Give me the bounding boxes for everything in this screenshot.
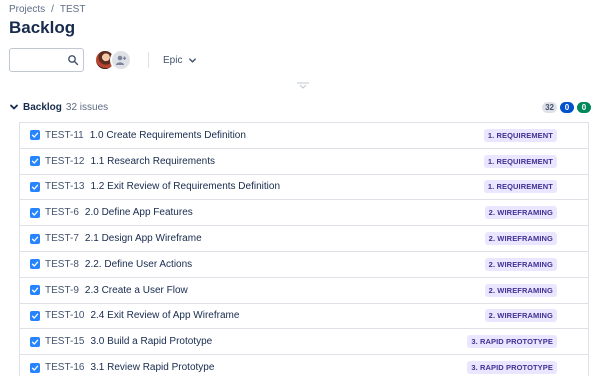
issue-row[interactable]: TEST-6 2.0 Define App Features 2. WIREFR…: [20, 200, 588, 227]
epic-lozenge[interactable]: 2. WIREFRAMING: [484, 232, 557, 246]
search-icon[interactable]: [67, 54, 79, 66]
breadcrumb: Projects / TEST: [9, 4, 85, 15]
issue-key[interactable]: TEST-12: [45, 156, 84, 167]
epic-lozenge[interactable]: 2. WIREFRAMING: [484, 283, 557, 297]
issue-summary: 2.0 Define App Features: [84, 207, 193, 219]
issue-key[interactable]: TEST-15: [45, 336, 84, 347]
status-badges: 32 0 0: [542, 101, 591, 113]
issue-key[interactable]: TEST-16: [45, 362, 84, 373]
task-type-icon: [30, 285, 40, 296]
task-type-icon: [30, 310, 40, 321]
panel-resize-handle[interactable]: [296, 80, 310, 90]
add-people-avatar[interactable]: [110, 49, 132, 71]
issue-summary: 2.3 Create a User Flow: [84, 284, 188, 296]
issue-row[interactable]: TEST-15 3.0 Build a Rapid Prototype 3. R…: [20, 329, 588, 356]
issue-row[interactable]: TEST-9 2.3 Create a User Flow 2. WIREFRA…: [20, 277, 588, 304]
backlog-issue-count: 32 issues: [65, 101, 109, 113]
todo-count-badge: 32: [542, 101, 557, 113]
task-type-icon: [30, 181, 40, 192]
epic-lozenge[interactable]: 1. REQUIREMENT: [483, 180, 557, 194]
task-type-icon: [30, 130, 40, 141]
breadcrumb-separator: /: [51, 4, 54, 15]
issue-key[interactable]: TEST-13: [45, 181, 84, 192]
task-type-icon: [30, 336, 40, 347]
issue-key[interactable]: TEST-8: [45, 259, 79, 270]
done-count-badge: 0: [577, 101, 591, 113]
task-type-icon: [30, 156, 40, 167]
issue-key[interactable]: TEST-10: [45, 310, 84, 321]
issue-key[interactable]: TEST-7: [45, 233, 79, 244]
epic-filter-dropdown[interactable]: Epic: [159, 51, 201, 70]
backlog-title: Backlog: [23, 101, 62, 113]
search-field: [9, 48, 84, 72]
breadcrumb-project-link[interactable]: TEST: [60, 4, 86, 15]
search-input[interactable]: [10, 49, 68, 71]
issue-key[interactable]: TEST-11: [45, 130, 84, 141]
task-type-icon: [30, 362, 40, 373]
epic-lozenge[interactable]: 2. WIREFRAMING: [484, 206, 557, 220]
toolbar-divider: [148, 52, 149, 68]
epic-filter-label: Epic: [163, 54, 183, 66]
issue-summary: 1.2 Exit Review of Requirements Definiti…: [90, 181, 280, 193]
breadcrumb-projects-link[interactable]: Projects: [9, 4, 45, 15]
issue-row[interactable]: TEST-11 1.0 Create Requirements Definiti…: [20, 123, 588, 149]
task-type-icon: [30, 207, 40, 218]
issue-summary: 1.0 Create Requirements Definition: [89, 129, 246, 141]
epic-lozenge[interactable]: 1. REQUIREMENT: [483, 154, 557, 168]
assignee-filter: [94, 48, 134, 72]
issue-row[interactable]: TEST-10 2.4 Exit Review of App Wireframe…: [20, 303, 588, 330]
issue-row[interactable]: TEST-8 2.2. Define User Actions 2. WIREF…: [20, 251, 588, 278]
backlog-section-header[interactable]: Backlog 32 issues 32 0 0: [9, 100, 591, 114]
backlog-issue-list: TEST-11 1.0 Create Requirements Definiti…: [19, 122, 589, 376]
chevron-down-icon[interactable]: [9, 102, 19, 112]
backlog-toolbar: Epic: [9, 48, 201, 72]
issue-row[interactable]: TEST-7 2.1 Design App Wireframe 2. WIREF…: [20, 226, 588, 252]
issue-key[interactable]: TEST-9: [45, 285, 79, 296]
issue-key[interactable]: TEST-6: [45, 207, 79, 218]
task-type-icon: [30, 233, 40, 244]
task-type-icon: [30, 259, 40, 270]
issue-summary: 3.0 Build a Rapid Prototype: [90, 336, 213, 348]
epic-lozenge[interactable]: 3. RAPID PROTOTYPE: [467, 361, 557, 375]
add-user-icon: [116, 55, 127, 65]
issue-summary: 3.1 Review Rapid Prototype: [90, 362, 215, 374]
issue-row[interactable]: TEST-13 1.2 Exit Review of Requirements …: [20, 174, 588, 201]
issue-row[interactable]: TEST-12 1.1 Research Requirements 1. REQ…: [20, 148, 588, 175]
issue-summary: 1.1 Research Requirements: [90, 155, 215, 167]
epic-lozenge[interactable]: 1. REQUIREMENT: [483, 128, 557, 142]
page-title: Backlog: [9, 18, 76, 37]
chevron-down-icon: [189, 57, 197, 63]
epic-lozenge[interactable]: 3. RAPID PROTOTYPE: [467, 335, 557, 349]
epic-lozenge[interactable]: 2. WIREFRAMING: [484, 309, 557, 323]
in-progress-count-badge: 0: [560, 101, 574, 113]
issue-summary: 2.1 Design App Wireframe: [84, 233, 202, 245]
issue-summary: 2.4 Exit Review of App Wireframe: [90, 310, 240, 322]
epic-lozenge[interactable]: 2. WIREFRAMING: [484, 257, 557, 271]
issue-summary: 2.2. Define User Actions: [84, 258, 193, 270]
issue-row[interactable]: TEST-16 3.1 Review Rapid Prototype 3. RA…: [20, 355, 588, 376]
